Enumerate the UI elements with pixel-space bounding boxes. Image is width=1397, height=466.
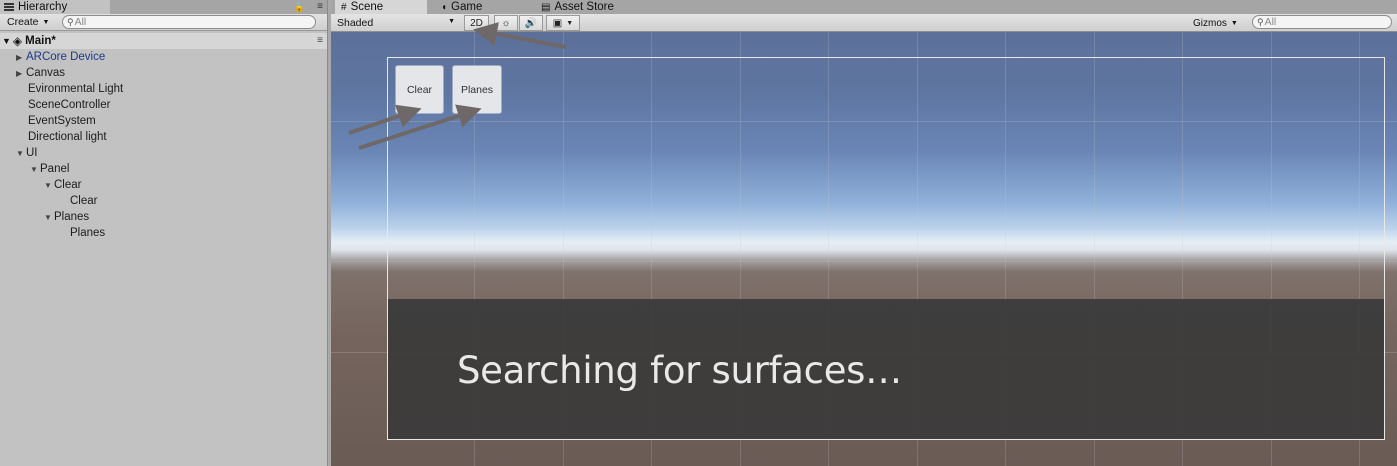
scene-name: Main* <box>25 35 56 47</box>
tree-item-panel[interactable]: ▼ Panel <box>30 161 69 177</box>
scene-tabbar: # Scene ◖ Game ▤ Asset Store <box>331 0 1397 14</box>
tree-item-label: Planes <box>54 211 90 223</box>
hierarchy-toolbar: Create ▼ ⚲ All <box>0 14 327 31</box>
search-icon: ⚲ <box>67 16 74 27</box>
sun-icon: ☼ <box>501 17 511 29</box>
expand-arrow-icon[interactable]: ▼ <box>16 149 26 158</box>
tree-item-eventsystem[interactable]: EventSystem <box>28 113 96 129</box>
create-button-label: Create <box>7 16 39 28</box>
scene-toolbar: Shaded ▼ 2D ☼ 🔊 ▣ ▼ Gizmos ▼ ⚲ All <box>331 14 1397 32</box>
shading-mode-dropdown[interactable]: Shaded ▼ <box>337 16 459 30</box>
panel-menu-icon[interactable]: ≡ <box>317 1 323 12</box>
tab-scene[interactable]: # Scene <box>335 0 427 14</box>
create-button[interactable]: Create ▼ <box>3 15 53 29</box>
gizmos-label: Gizmos <box>1193 17 1227 29</box>
clear-button[interactable]: Clear <box>396 66 443 113</box>
shading-mode-label: Shaded <box>337 17 374 29</box>
scene-search-placeholder: All <box>1264 16 1277 28</box>
scene-viewport[interactable]: Searching for surfaces… Clear Planes <box>331 32 1397 466</box>
clear-button-label: Clear <box>406 83 433 96</box>
grid-icon: # <box>341 1 347 13</box>
store-icon: ▤ <box>541 1 551 13</box>
tree-item-label: Panel <box>40 163 70 175</box>
expand-arrow-icon[interactable]: ▼ <box>44 213 54 222</box>
dropdown-caret-icon: ▼ <box>566 19 574 27</box>
tree-item-clear[interactable]: ▼ Clear <box>44 177 81 193</box>
tab-game[interactable]: ◖ Game <box>441 0 482 14</box>
planes-button-label: Planes <box>460 83 494 96</box>
tab-hierarchy[interactable]: Hierarchy <box>0 0 110 14</box>
hierarchy-search-input[interactable]: ⚲ All <box>62 15 316 29</box>
expand-arrow-icon[interactable]: ▼ <box>2 36 11 46</box>
tab-asset-store-label: Asset Store <box>554 1 614 13</box>
tab-scene-label: Scene <box>350 1 384 13</box>
tree-item-planes-text[interactable]: Planes <box>70 225 105 241</box>
dropdown-caret-icon: ▼ <box>448 18 455 25</box>
tree-item-scenecontroller[interactable]: SceneController <box>28 97 110 113</box>
pacman-icon: ◖ <box>441 1 448 13</box>
dropdown-caret-icon: ▼ <box>42 18 50 26</box>
tree-item-canvas[interactable]: ▶ Canvas <box>16 65 65 81</box>
lock-icon[interactable]: 🔒 <box>294 2 305 13</box>
image-icon: ▣ <box>552 17 563 29</box>
status-text: Searching for surfaces… <box>457 349 902 392</box>
scene-search-input[interactable]: ⚲ All <box>1252 15 1392 29</box>
hierarchy-search-placeholder: All <box>74 16 87 28</box>
tree-item-label: Planes <box>70 227 106 239</box>
collapsed-arrow-icon[interactable]: ▶ <box>16 69 26 78</box>
tree-item-label: EventSystem <box>28 115 96 127</box>
tree-item-ui[interactable]: ▼ UI <box>16 145 38 161</box>
expand-arrow-icon[interactable]: ▼ <box>30 165 40 174</box>
toggle-2d-label: 2D <box>470 17 483 29</box>
scene-root-row[interactable]: ▼ ◈ Main* ≡ <box>0 33 327 49</box>
tree-item-environmental-light[interactable]: Evironmental Light <box>28 81 123 97</box>
list-icon <box>4 3 14 11</box>
tab-game-label: Game <box>451 1 483 13</box>
planes-button[interactable]: Planes <box>453 66 501 113</box>
tree-item-label: Evironmental Light <box>28 83 124 95</box>
tab-asset-store[interactable]: ▤ Asset Store <box>541 0 614 14</box>
scene-panel: # Scene ◖ Game ▤ Asset Store Shaded ▼ 2D… <box>331 0 1397 466</box>
tree-item-label: SceneController <box>28 99 111 111</box>
scene-effects-dropdown[interactable]: ▣ ▼ <box>546 15 580 31</box>
tree-item-label: Directional light <box>28 131 107 143</box>
scene-menu-icon[interactable]: ≡ <box>317 35 323 46</box>
toggle-2d-button[interactable]: 2D <box>464 15 489 31</box>
gizmos-dropdown[interactable]: Gizmos ▼ <box>1193 16 1238 30</box>
tree-item-arcore-device[interactable]: ▶ ARCore Device <box>16 49 105 65</box>
speaker-icon: 🔊 <box>524 17 538 29</box>
hierarchy-panel: Hierarchy 🔒 ≡ Create ▼ ⚲ All ▼ ◈ Main* ≡… <box>0 0 327 466</box>
dropdown-caret-icon: ▼ <box>1230 19 1238 27</box>
tree-item-label: ARCore Device <box>26 51 106 63</box>
search-icon: ⚲ <box>1257 16 1264 27</box>
tree-item-planes[interactable]: ▼ Planes <box>44 209 89 225</box>
tree-item-label: Canvas <box>26 67 65 79</box>
tree-item-label: Clear <box>70 195 98 207</box>
scene-audio-button[interactable]: 🔊 <box>519 15 543 31</box>
tree-item-directional-light[interactable]: Directional light <box>28 129 107 145</box>
tab-hierarchy-label: Hierarchy <box>18 1 68 13</box>
unity-logo-icon: ◈ <box>12 34 23 48</box>
expand-arrow-icon[interactable]: ▼ <box>44 181 54 190</box>
hierarchy-tabbar: Hierarchy 🔒 ≡ <box>0 0 327 14</box>
tree-item-label: UI <box>26 147 38 159</box>
collapsed-arrow-icon[interactable]: ▶ <box>16 53 26 62</box>
tree-item-clear-text[interactable]: Clear <box>70 193 97 209</box>
tree-item-label: Clear <box>54 179 82 191</box>
scene-lighting-button[interactable]: ☼ <box>494 15 518 31</box>
